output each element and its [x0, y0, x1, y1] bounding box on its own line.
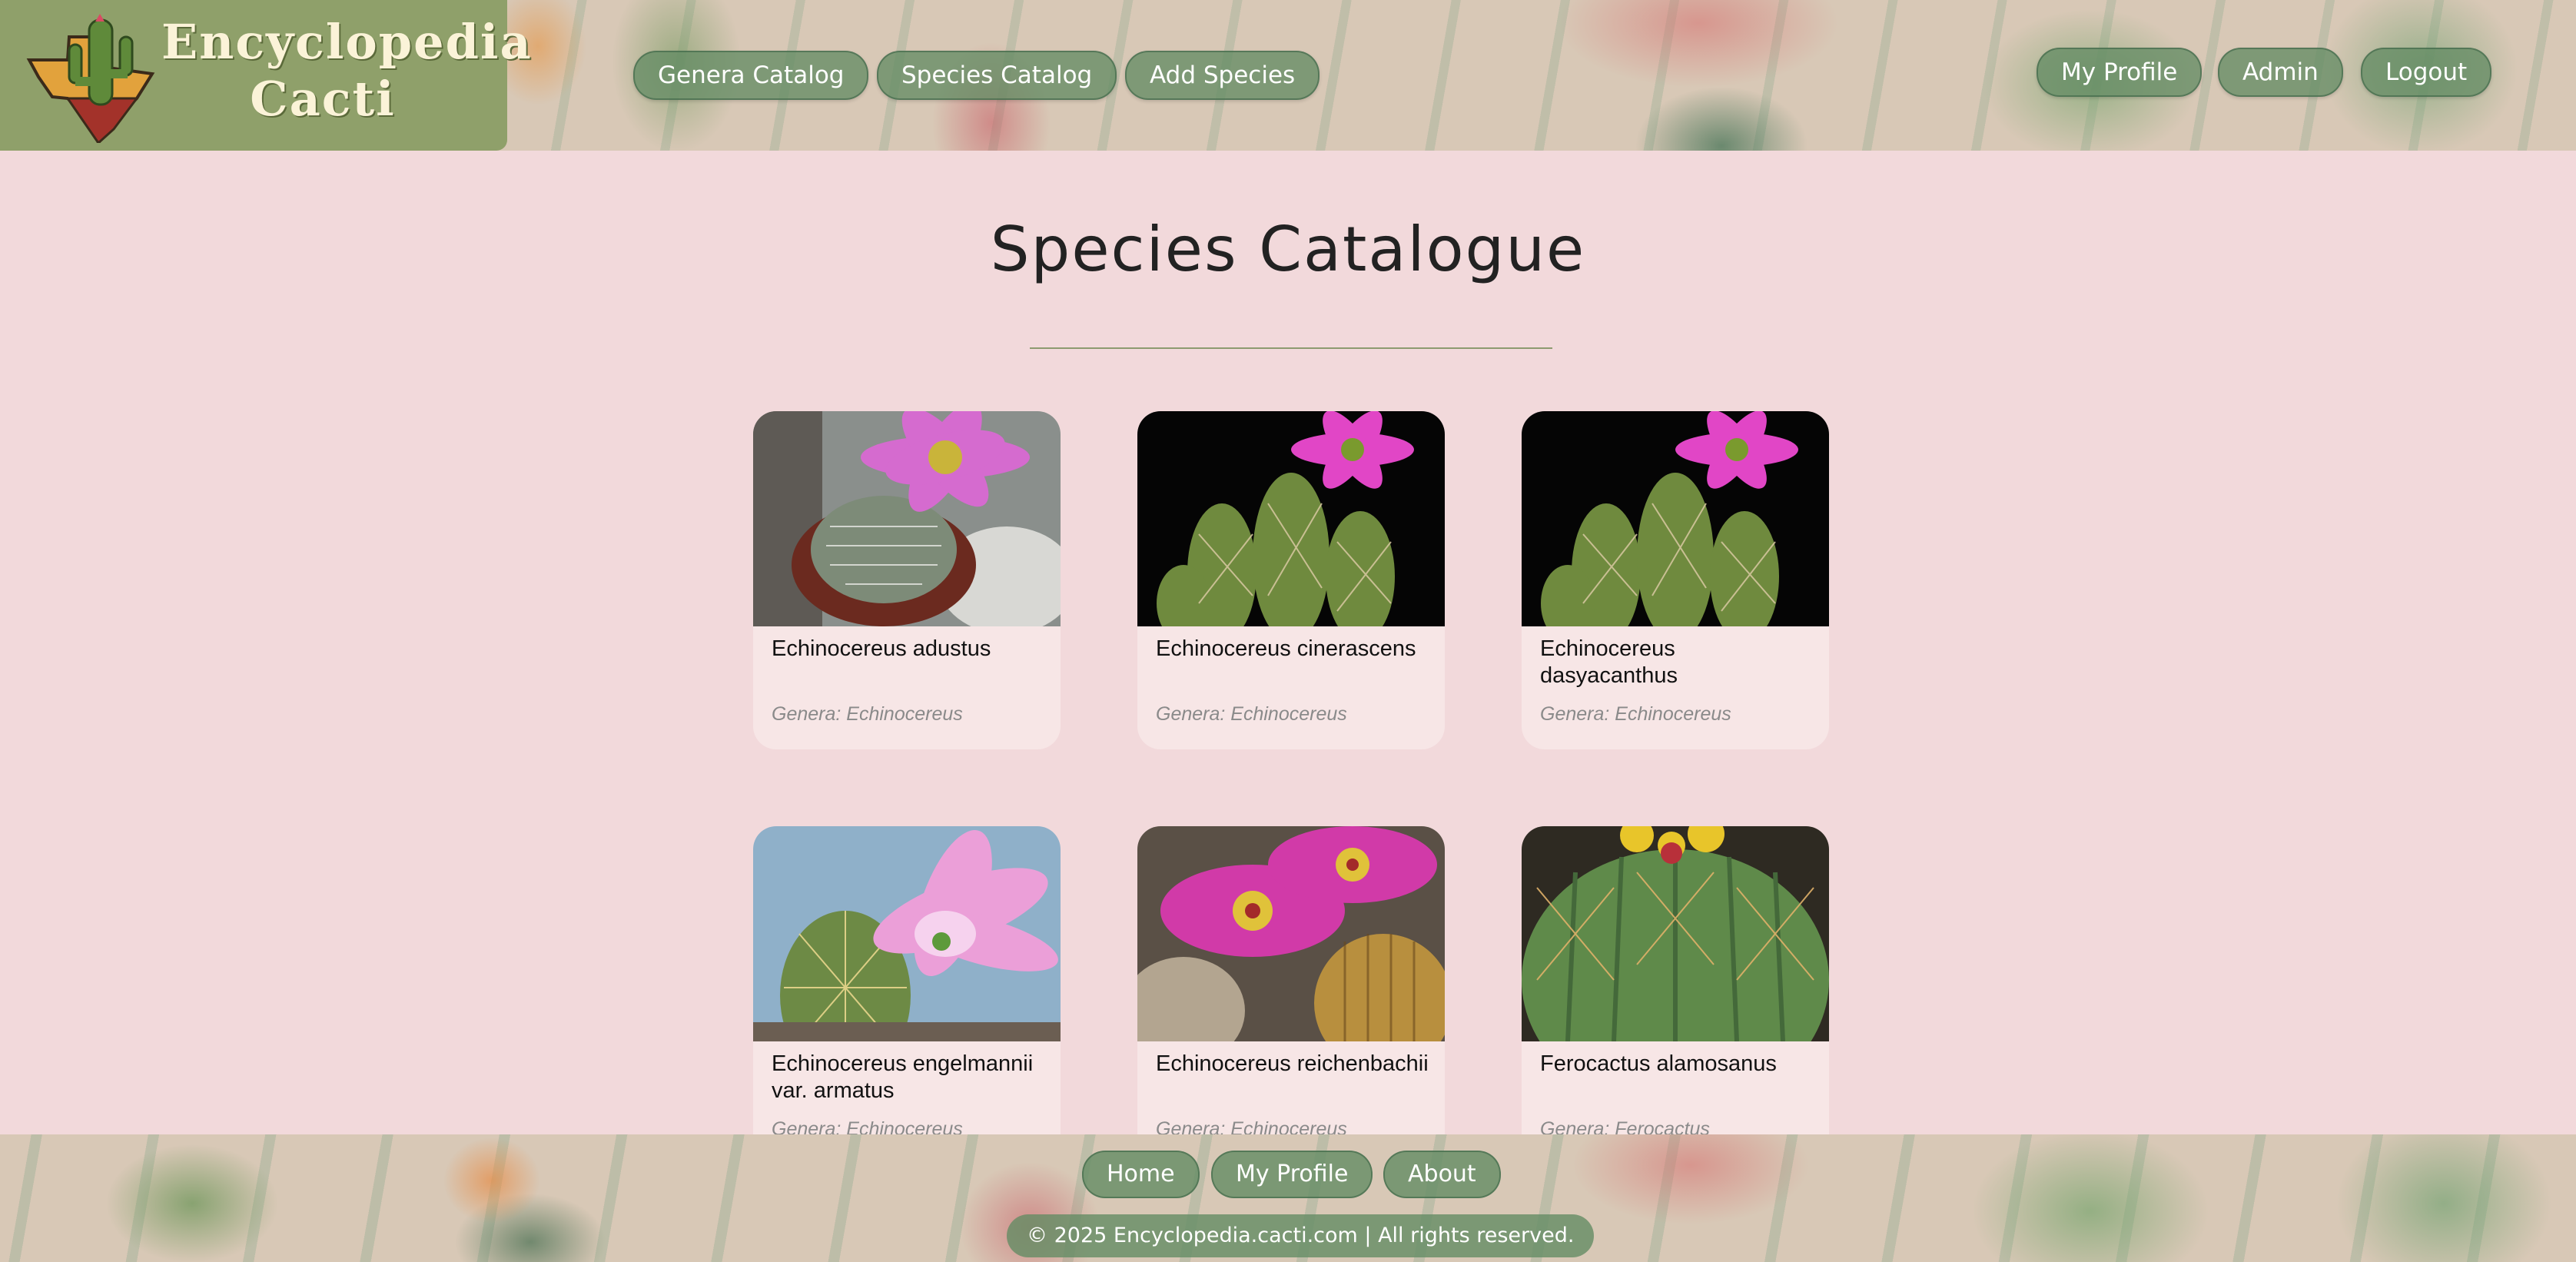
footer-about-link[interactable]: About [1383, 1151, 1501, 1198]
species-card[interactable]: Echinocereus reichenbachii Genera: Echin… [1137, 826, 1445, 1164]
nav-my-profile-button[interactable]: My Profile [2037, 48, 2203, 97]
species-name[interactable]: Ferocactus alamosanus [1540, 1051, 1817, 1078]
site-header: Encyclopedia Cacti Genera Catalog Specie… [0, 0, 2576, 151]
cactus-photo-pink-flower-blue-sky [753, 826, 1061, 1041]
cactus-photo-magenta-flower-black-bg [1137, 411, 1445, 626]
page-title: Species Catalogue [990, 214, 1586, 285]
species-card[interactable]: Echinocereus cinerascens Genera: Echinoc… [1137, 411, 1445, 749]
species-name[interactable]: Echinocereus adustus [772, 636, 1048, 663]
brand-logo[interactable]: Encyclopedia Cacti [0, 0, 533, 151]
copyright-text: © 2025 Encyclopedia.cacti.com | All righ… [1007, 1214, 1595, 1257]
cactus-photo-barrel-yellow-flowers [1522, 826, 1829, 1041]
nav-logout-button[interactable]: Logout [2361, 48, 2492, 97]
species-genus: Genera: Echinocereus [1540, 703, 1731, 725]
species-name[interactable]: Echinocereus engelmannii var. armatus [772, 1051, 1048, 1104]
species-name[interactable]: Echinocereus reichenbachii [1156, 1051, 1432, 1078]
nav-genera-catalog-button[interactable]: Genera Catalog [633, 51, 869, 100]
cactus-photo-pink-flower-pot [753, 411, 1061, 626]
species-card[interactable]: Ferocactus alamosanus Genera: Ferocactus [1522, 826, 1829, 1164]
brand-name-line2: Cacti [250, 71, 396, 127]
species-card[interactable]: Echinocereus engelmannii var. armatus Ge… [753, 826, 1061, 1164]
species-name[interactable]: Echinocereus dasyacanthus [1540, 636, 1817, 689]
nav-admin-button[interactable]: Admin [2218, 48, 2343, 97]
cactus-photo-magenta-flower-black-bg [1522, 411, 1829, 626]
species-genus: Genera: Echinocereus [1156, 703, 1347, 725]
nav-species-catalog-button[interactable]: Species Catalog [877, 51, 1117, 100]
cactus-texas-logo-icon [26, 14, 155, 143]
footer-my-profile-link[interactable]: My Profile [1211, 1151, 1373, 1198]
nav-add-species-button[interactable]: Add Species [1125, 51, 1320, 100]
species-name[interactable]: Echinocereus cinerascens [1156, 636, 1432, 663]
species-card[interactable]: Echinocereus dasyacanthus Genera: Echino… [1522, 411, 1829, 749]
species-genus: Genera: Echinocereus [772, 703, 963, 725]
brand-name: Encyclopedia Cacti [161, 14, 533, 128]
brand-name-line1: Encyclopedia [161, 14, 533, 70]
footer-home-link[interactable]: Home [1082, 1151, 1200, 1198]
species-card[interactable]: Echinocereus adustus Genera: Echinocereu… [753, 411, 1061, 749]
cactus-photo-magenta-flowers-cluster [1137, 826, 1445, 1041]
title-divider [1030, 347, 1552, 349]
